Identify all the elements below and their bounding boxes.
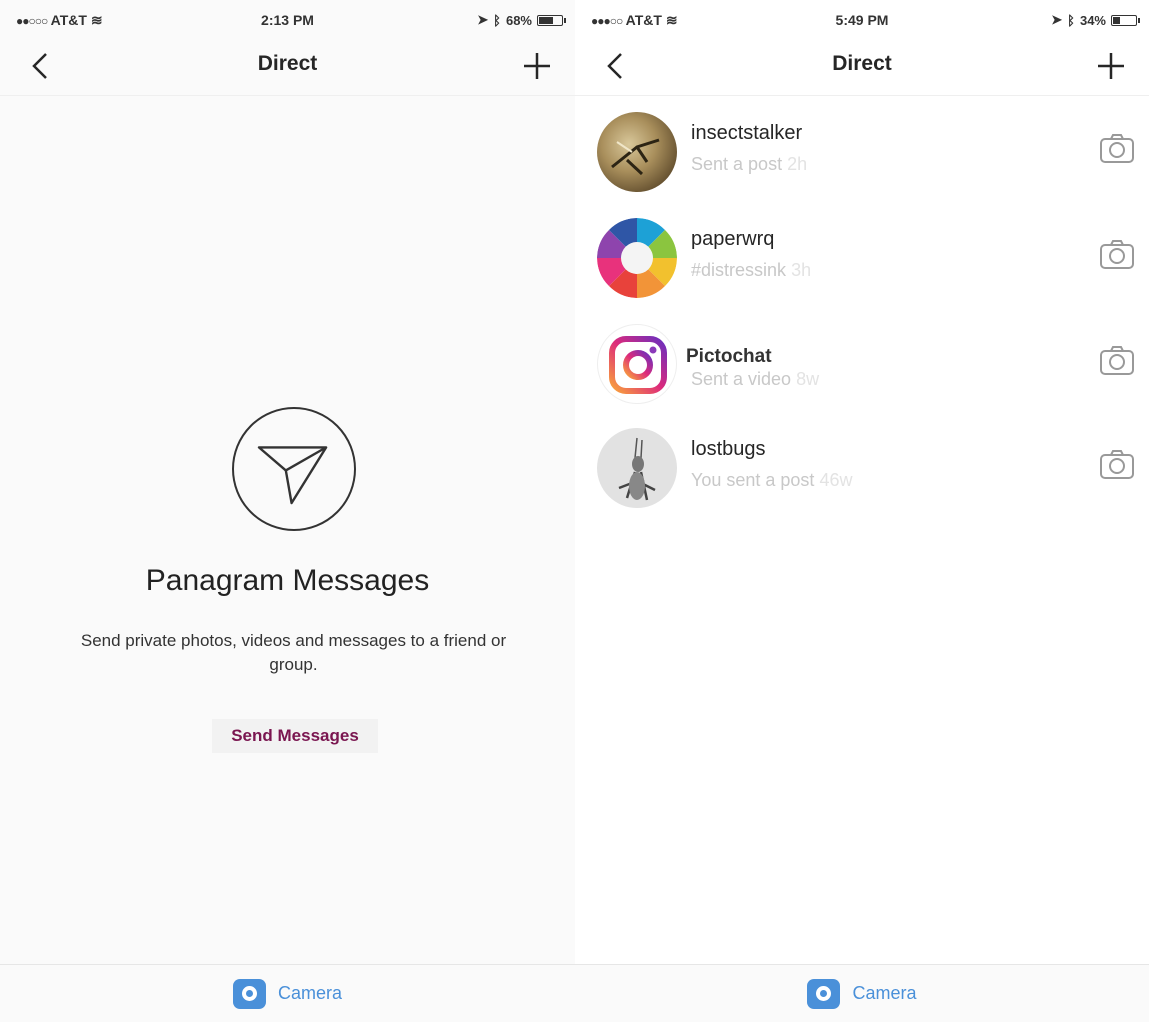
battery-icon — [537, 14, 566, 26]
avatar — [597, 428, 677, 508]
thread-row[interactable]: paperwrq #distressink 3h — [575, 218, 1149, 322]
thread-preview: Sent a post 2h — [691, 154, 808, 174]
reply-camera-icon[interactable] — [1099, 132, 1135, 164]
camera-icon — [807, 978, 841, 1009]
thread-preview: You sent a post 46w — [691, 470, 853, 490]
send-messages-button[interactable]: Send Messages — [212, 719, 378, 753]
reply-camera-icon[interactable] — [1099, 448, 1135, 480]
bluetooth-icon: ᛒ — [493, 12, 501, 28]
empty-state-description: Send private photos, videos and messages… — [80, 631, 507, 674]
thread-preview: #distressink 3h — [691, 260, 812, 280]
nav-title: Direct — [832, 52, 892, 75]
location-icon: ➤ — [1051, 12, 1063, 27]
status-right: ➤ ᛒ 68% — [477, 12, 566, 28]
battery-percent: 34% — [1079, 12, 1106, 28]
thread-username: insectstalker — [691, 122, 803, 144]
avatar — [597, 218, 677, 298]
camera-tab-label: Camera — [852, 983, 917, 1003]
thread-username: lostbugs — [691, 438, 766, 460]
nav-bar: Direct — [0, 40, 575, 96]
thread-row[interactable]: lostbugs You sent a post 46w — [575, 428, 1149, 532]
thread-username: paperwrq — [691, 228, 775, 250]
reply-camera-icon[interactable] — [1099, 344, 1135, 376]
status-right: ➤ ᛒ 34% — [1051, 12, 1140, 28]
camera-icon — [232, 978, 266, 1009]
direct-empty-screen: ●●○○○ AT&T ≋ 2:13 PM ➤ ᛒ 68% Direct Pana… — [0, 0, 575, 1022]
battery-percent: 68% — [505, 12, 532, 28]
bluetooth-icon: ᛒ — [1067, 12, 1075, 28]
thread-username: Pictochat — [686, 346, 772, 367]
status-bar: ●●○○○ AT&T ≋ 2:13 PM ➤ ᛒ 68% — [0, 10, 575, 32]
reply-camera-icon[interactable] — [1099, 238, 1135, 270]
status-bar: ●●●○○ AT&T ≋ 5:49 PM ➤ ᛒ 34% — [575, 10, 1149, 32]
battery-fill — [539, 16, 553, 24]
battery-icon — [1111, 14, 1140, 26]
paper-plane-icon — [232, 407, 356, 531]
camera-tab[interactable]: Camera — [575, 964, 1149, 1022]
nav-title: Direct — [257, 52, 318, 75]
camera-tab-label: Camera — [277, 983, 343, 1003]
thread-row[interactable]: insectstalker Sent a post 2h — [575, 112, 1149, 216]
avatar — [597, 112, 677, 192]
new-message-plus-icon[interactable] — [521, 50, 553, 82]
nav-bar: Direct — [575, 40, 1149, 96]
empty-state-title: Panagram Messages — [145, 564, 430, 597]
camera-tab[interactable]: Camera — [0, 964, 575, 1022]
direct-inbox-screen: ●●●○○ AT&T ≋ 5:49 PM ➤ ᛒ 34% Direct inse… — [575, 0, 1149, 1022]
new-message-plus-icon[interactable] — [1095, 50, 1127, 82]
battery-fill — [1113, 16, 1120, 24]
thread-row[interactable]: Pictochat Sent a video 8w — [575, 324, 1149, 428]
thread-preview: Sent a video 8w — [691, 369, 820, 389]
location-icon: ➤ — [477, 12, 489, 27]
avatar — [597, 324, 677, 404]
